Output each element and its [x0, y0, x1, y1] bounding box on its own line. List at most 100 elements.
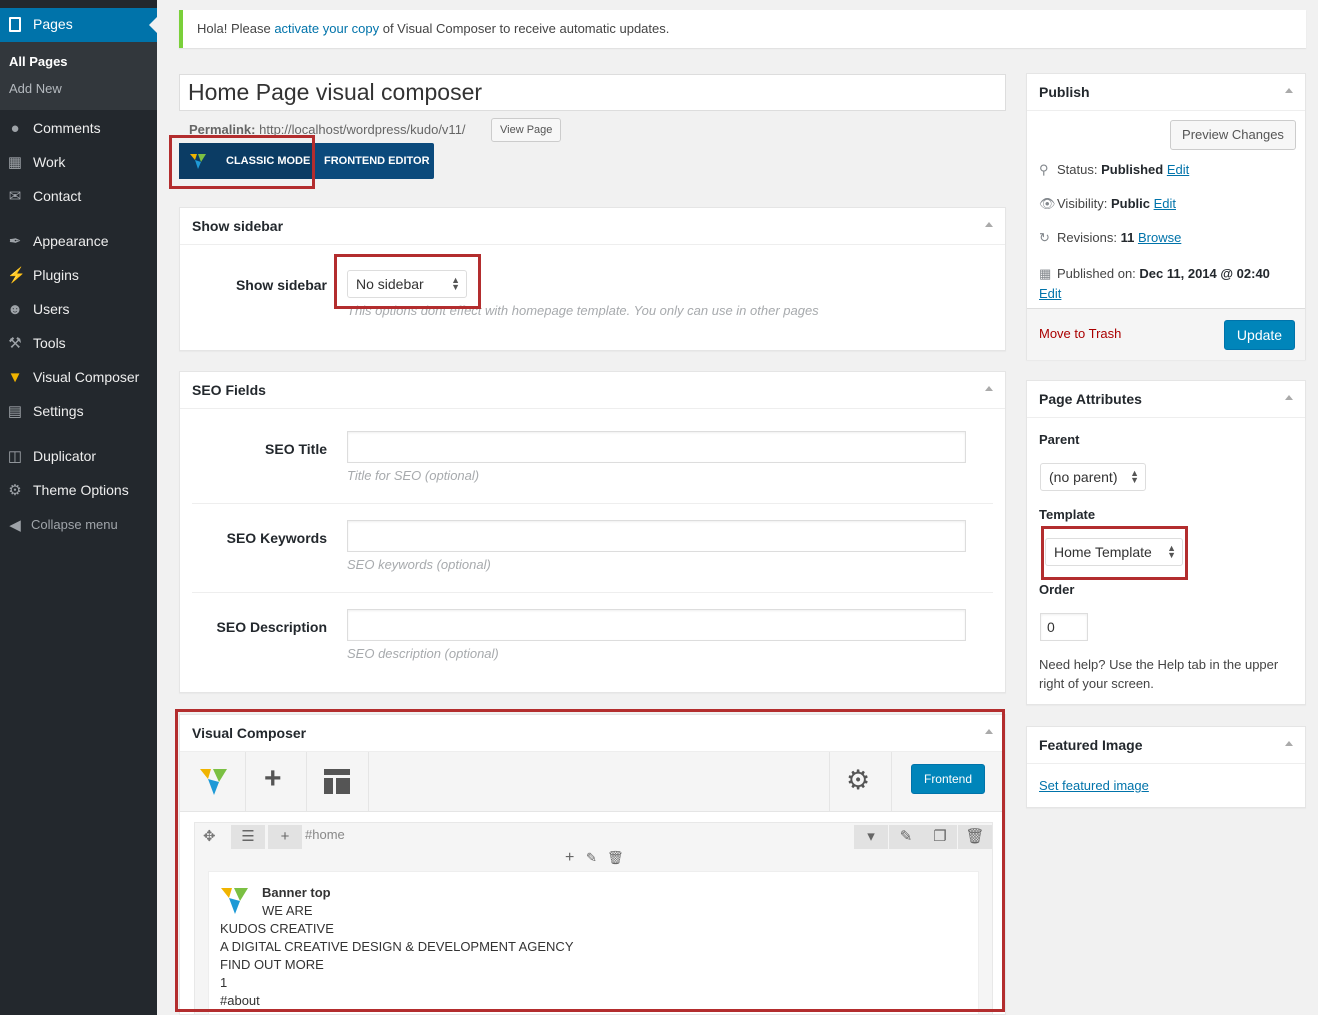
- box-header[interactable]: SEO Fields: [180, 372, 1005, 409]
- sidebar-item-label: Work: [33, 154, 66, 170]
- frontend-editor-button[interactable]: FRONTEND EDITOR: [324, 155, 430, 167]
- set-featured-image-link[interactable]: Set featured image: [1039, 778, 1149, 793]
- revisions-row: ↻ Revisions: 11 Browse: [1039, 230, 1181, 246]
- highlight-sidebar-select: [334, 254, 481, 309]
- status-value: Published: [1101, 162, 1164, 177]
- calendar-icon: ▦: [7, 154, 23, 171]
- visibility-edit-link[interactable]: Edit: [1154, 196, 1176, 211]
- box-title: Show sidebar: [192, 218, 284, 234]
- seo-keywords-label: SEO Keywords: [226, 530, 327, 546]
- sidebar-item-label: Settings: [33, 403, 84, 419]
- update-button[interactable]: Update: [1224, 320, 1295, 350]
- history-icon: ↻: [1039, 230, 1050, 245]
- sidebar-item-tools[interactable]: ⚒ Tools: [0, 332, 157, 362]
- box-header[interactable]: Show sidebar: [180, 208, 1005, 245]
- sidebar-item-pages[interactable]: Pages: [0, 8, 157, 42]
- template-label: Template: [1039, 507, 1096, 522]
- sidebar-item-label: Theme Options: [33, 482, 129, 498]
- view-page-button[interactable]: View Page: [491, 118, 562, 142]
- plugin-icon: ⚡: [7, 267, 26, 284]
- browse-revisions-link[interactable]: Browse: [1138, 230, 1181, 245]
- activate-link[interactable]: activate your copy: [274, 21, 379, 36]
- publish-footer: Move to Trash Update: [1027, 308, 1305, 360]
- sidebar-item-label: Tools: [33, 335, 66, 351]
- database-icon: ◫: [7, 448, 23, 465]
- preview-changes-button[interactable]: Preview Changes: [1170, 120, 1296, 150]
- toggle-arrow-icon[interactable]: [985, 222, 993, 227]
- box-title: Page Attributes: [1039, 391, 1142, 407]
- box-header[interactable]: Page Attributes: [1027, 381, 1305, 418]
- admin-sidebar: Pages All Pages Add New ● Comments ▦ Work …: [0, 0, 157, 1015]
- sidebar-item-settings[interactable]: ▤ Settings: [0, 400, 157, 430]
- post-title-input[interactable]: Home Page visual composer: [179, 74, 1006, 111]
- gear-icon: ⚙: [8, 482, 22, 499]
- settings-icon: ▤: [7, 403, 23, 420]
- paintbrush-icon: ✒: [8, 233, 22, 250]
- published-on-row: ▦ Published on: Dec 11, 2014 @ 02:40 Edit: [1039, 264, 1295, 304]
- parent-select[interactable]: (no parent) ▲ ▼: [1040, 463, 1146, 491]
- user-icon: ☻: [7, 301, 23, 318]
- vc-logo-icon: ▼: [7, 369, 23, 386]
- revisions-label: Revisions:: [1057, 230, 1117, 245]
- sidebar-item-contact[interactable]: ✉ Contact: [0, 185, 157, 215]
- help-text: Need help? Use the Help tab in the upper…: [1039, 657, 1279, 691]
- sidebar-item-label: Pages: [33, 16, 73, 32]
- eye-icon: 👁: [1039, 196, 1056, 211]
- status-label: Status:: [1057, 162, 1098, 177]
- seo-keywords-hint: SEO keywords (optional): [347, 557, 491, 572]
- sidebar-item-visual-composer[interactable]: ▼ Visual Composer: [0, 366, 157, 396]
- select-value: (no parent): [1049, 469, 1118, 485]
- update-notice: Hola! Please activate your copy of Visua…: [179, 10, 1306, 48]
- sidebar-item-plugins[interactable]: ⚡ Plugins: [0, 264, 157, 294]
- collapse-icon: ◀: [9, 517, 21, 534]
- divider: [192, 503, 993, 504]
- sidebar-item-label: Users: [33, 301, 70, 317]
- seo-description-input[interactable]: [347, 609, 966, 641]
- pin-icon: ⚲: [1039, 162, 1049, 177]
- sidebar-item-duplicator[interactable]: ◫ Duplicator: [0, 445, 157, 475]
- show-sidebar-label: Show sidebar: [235, 277, 327, 293]
- toggle-arrow-icon[interactable]: [1285, 741, 1293, 746]
- sidebar-item-comments[interactable]: ● Comments: [0, 117, 157, 147]
- toggle-arrow-icon[interactable]: [1285, 395, 1293, 400]
- box-title: SEO Fields: [192, 382, 266, 398]
- status-edit-link[interactable]: Edit: [1167, 162, 1189, 177]
- highlight-visual-composer: [175, 709, 1005, 1012]
- submenu-add-new[interactable]: Add New: [9, 81, 62, 96]
- box-header[interactable]: Featured Image: [1027, 727, 1305, 764]
- toggle-arrow-icon[interactable]: [1285, 88, 1293, 93]
- sidebar-item-label: Plugins: [33, 267, 79, 283]
- submenu-all-pages[interactable]: All Pages: [9, 54, 68, 69]
- seo-title-input[interactable]: [347, 431, 966, 463]
- seo-fields-box: SEO Fields SEO Title Title for SEO (opti…: [179, 371, 1006, 693]
- seo-keywords-input[interactable]: [347, 520, 966, 552]
- calendar-icon: ▦: [1039, 266, 1052, 281]
- sidebar-item-label: Duplicator: [33, 448, 97, 464]
- revisions-value: 11: [1120, 230, 1135, 245]
- toggle-arrow-icon[interactable]: [985, 386, 993, 391]
- sidebar-item-work[interactable]: ▦ Work: [0, 151, 157, 181]
- status-row: ⚲ Status: Published Edit: [1039, 162, 1189, 178]
- parent-label: Parent: [1039, 432, 1080, 447]
- highlight-classic-mode: [169, 135, 315, 189]
- sidebar-item-appearance[interactable]: ✒ Appearance: [0, 230, 157, 260]
- box-header[interactable]: Publish: [1027, 74, 1305, 111]
- notice-text: Hola! Please activate your copy of Visua…: [197, 21, 669, 36]
- sidebar-item-label: Comments: [33, 120, 101, 136]
- published-value: Dec 11, 2014 @ 02:40: [1139, 266, 1270, 281]
- collapse-menu[interactable]: ◀ Collapse menu: [0, 514, 157, 544]
- seo-description-hint: SEO description (optional): [347, 646, 499, 661]
- seo-description-label: SEO Description: [216, 619, 327, 635]
- select-arrows-icon: ▲ ▼: [1130, 468, 1139, 485]
- order-label: Order: [1039, 582, 1075, 597]
- pages-icon: [9, 17, 21, 32]
- sidebar-item-users[interactable]: ☻ Users: [0, 298, 157, 328]
- seo-title-label: SEO Title: [265, 441, 327, 457]
- move-to-trash-link[interactable]: Move to Trash: [1039, 326, 1121, 341]
- published-edit-link[interactable]: Edit: [1039, 286, 1061, 301]
- sidebar-item-theme-options[interactable]: ⚙ Theme Options: [0, 479, 157, 509]
- visibility-value: Public: [1110, 196, 1150, 211]
- divider: [192, 592, 993, 593]
- wrench-icon: ⚒: [8, 335, 22, 352]
- order-input[interactable]: 0: [1040, 613, 1088, 641]
